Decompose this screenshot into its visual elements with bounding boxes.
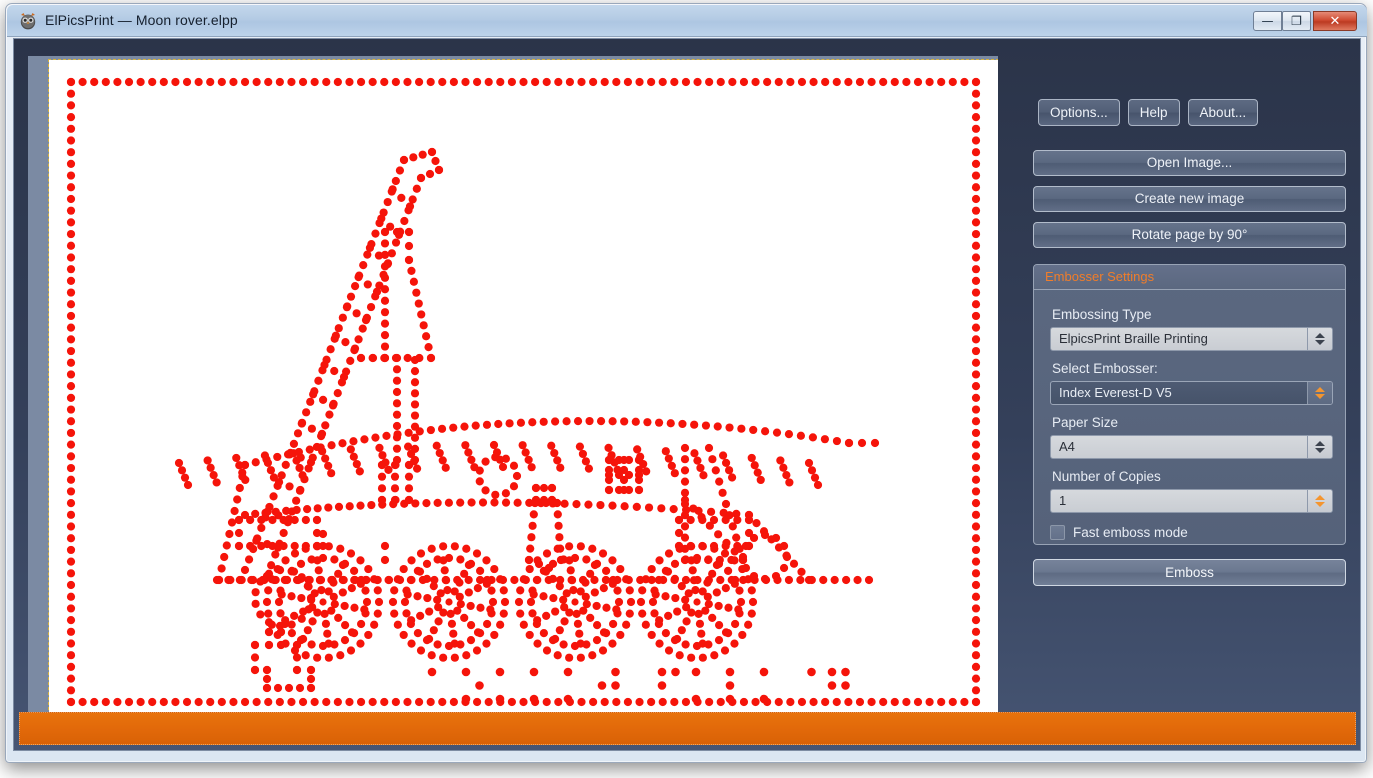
emboss-button[interactable]: Emboss [1033, 559, 1346, 586]
paper-size-label: Paper Size [1052, 415, 1119, 430]
side-panel: Options... Help About... Open Image... C… [1020, 51, 1346, 731]
chevron-up-icon [1315, 441, 1325, 446]
owl-icon [20, 13, 36, 30]
maximize-icon: ❐ [1291, 14, 1302, 28]
client-area: Options... Help About... Open Image... C… [13, 38, 1361, 751]
chevron-up-icon [1315, 495, 1325, 500]
embosser-settings-group: Embosser Settings Embossing Type ElpicsP… [1033, 264, 1346, 545]
minimize-button[interactable]: — [1253, 11, 1282, 31]
select-embosser-spinner[interactable] [1307, 382, 1332, 404]
select-embosser-label: Select Embosser: [1052, 361, 1158, 376]
fast-emboss-mode-label: Fast emboss mode [1073, 525, 1188, 540]
chevron-up-icon [1315, 387, 1325, 392]
title-bar[interactable]: ElPicsPrint — Moon rover.elpp — ❐ ✕ [7, 5, 1367, 37]
rotate-page-button[interactable]: Rotate page by 90° [1033, 222, 1346, 248]
chevron-down-icon [1315, 448, 1325, 453]
number-of-copies-spinner[interactable] [1307, 490, 1332, 512]
embosser-settings-title: Embosser Settings [1045, 269, 1155, 284]
embossing-type-value: ElpicsPrint Braille Printing [1059, 331, 1208, 346]
number-of-copies-stepper[interactable]: 1 [1050, 489, 1333, 513]
status-bar [19, 712, 1356, 745]
select-embosser-combo[interactable]: Index Everest-D V5 [1050, 381, 1333, 405]
chevron-down-icon [1315, 502, 1325, 507]
chevron-down-icon [1315, 340, 1325, 345]
application-window: ElPicsPrint — Moon rover.elpp — ❐ ✕ Opti… [5, 3, 1367, 763]
help-button[interactable]: Help [1127, 99, 1180, 126]
embossing-type-spinner[interactable] [1307, 328, 1332, 350]
paper-size-spinner[interactable] [1307, 436, 1332, 458]
number-of-copies-label: Number of Copies [1052, 469, 1161, 484]
chevron-up-icon [1315, 333, 1325, 338]
top-button-row: Options... Help About... [1038, 99, 1259, 126]
paper-size-combo[interactable]: A4 [1050, 435, 1333, 459]
number-of-copies-value: 1 [1059, 493, 1067, 508]
embossing-type-combo[interactable]: ElpicsPrint Braille Printing [1050, 327, 1333, 351]
fast-emboss-mode-row[interactable]: Fast emboss mode [1050, 525, 1188, 540]
chevron-down-icon [1315, 394, 1325, 399]
fast-emboss-mode-checkbox[interactable] [1050, 525, 1065, 540]
tactile-artwork [66, 77, 981, 707]
embossing-type-label: Embossing Type [1052, 307, 1152, 322]
maximize-button[interactable]: ❐ [1282, 11, 1311, 31]
close-button[interactable]: ✕ [1313, 11, 1357, 31]
page-sheet[interactable] [48, 59, 998, 721]
options-button[interactable]: Options... [1038, 99, 1120, 126]
select-embosser-value: Index Everest-D V5 [1059, 385, 1172, 400]
open-image-button[interactable]: Open Image... [1033, 150, 1346, 176]
canvas-viewport[interactable] [28, 56, 998, 721]
minimize-icon: — [1261, 14, 1274, 28]
about-button[interactable]: About... [1187, 99, 1259, 126]
paper-size-value: A4 [1059, 439, 1075, 454]
window-title: ElPicsPrint — Moon rover.elpp [45, 12, 238, 28]
close-icon: ✕ [1329, 13, 1341, 29]
create-new-image-button[interactable]: Create new image [1033, 186, 1346, 212]
